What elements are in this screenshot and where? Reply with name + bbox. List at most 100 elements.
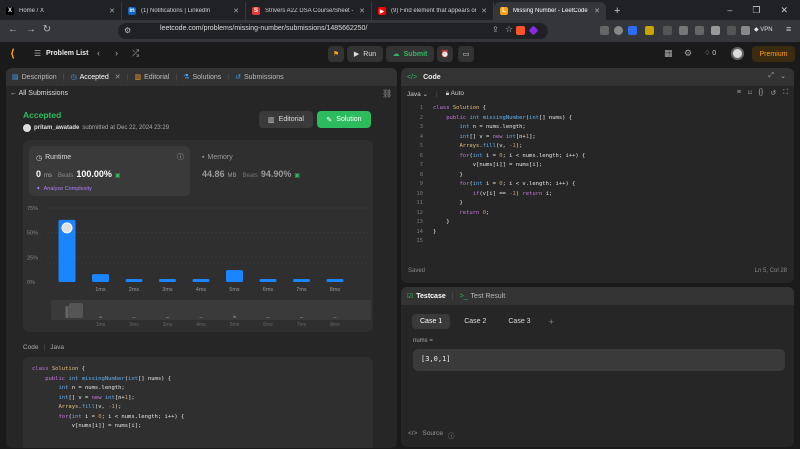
browser-tab[interactable]: S Strivers A2Z DSA Course/Sheet - Co ✕ xyxy=(246,2,372,20)
extension-icon[interactable] xyxy=(600,26,609,35)
browser-tab-title: Home / X xyxy=(19,8,45,14)
code-language: Java xyxy=(50,344,64,351)
submit-button[interactable]: ☁ Submit xyxy=(386,46,434,62)
reset-icon[interactable]: ↺ xyxy=(770,89,776,97)
testcase-input[interactable]: [3,0,1] xyxy=(413,349,785,371)
tab-test-result[interactable]: >_ Test Result xyxy=(460,293,506,300)
url-text[interactable]: leetcode.com/problems/missing-number/sub… xyxy=(160,25,367,32)
case-tab-3[interactable]: Case 3 xyxy=(500,314,538,329)
prev-problem-icon[interactable]: ‹ xyxy=(97,48,100,58)
tab-editorial[interactable]: ▥ Editorial xyxy=(134,73,169,82)
close-tab-icon[interactable]: ✕ xyxy=(481,7,487,15)
overview-tick-label: 2ms xyxy=(129,322,139,328)
streak-counter[interactable]: ♢ 0 xyxy=(704,49,716,57)
share-icon[interactable]: ⇪ xyxy=(492,25,499,34)
runtime-value: 0 ms Beats 100.00% ▣ xyxy=(36,169,121,179)
bar xyxy=(125,279,143,282)
case-tabs: Case 1 Case 2 Case 3 + xyxy=(412,314,558,329)
tab-description[interactable]: ▤ Description xyxy=(12,73,57,82)
editorial-button[interactable]: ▥ Editorial xyxy=(259,111,313,128)
close-tab-icon[interactable]: ✕ xyxy=(233,7,239,15)
extension-icon[interactable] xyxy=(679,26,688,35)
tab-submissions[interactable]: ↺ Submissions xyxy=(235,73,284,82)
minimize-icon[interactable]: – xyxy=(727,5,732,15)
code-line: public int missingNumber(int[] nums) { xyxy=(446,114,573,121)
bar xyxy=(326,279,344,282)
next-problem-icon[interactable]: › xyxy=(115,48,118,58)
solution-button[interactable]: ✎ Solution xyxy=(317,111,371,128)
back-icon[interactable]: ← xyxy=(4,24,22,35)
extension-icon[interactable] xyxy=(663,26,672,35)
tab-accepted[interactable]: ◷ Accepted ✕ xyxy=(70,73,121,82)
reload-icon[interactable]: ↻ xyxy=(38,24,56,35)
fullscreen-icon[interactable]: ⛶ xyxy=(783,89,788,97)
premium-button[interactable]: Premium xyxy=(752,46,795,62)
username[interactable]: pritam_awatade xyxy=(34,125,79,131)
help-icon[interactable]: ⓘ xyxy=(448,430,455,440)
problem-list-link[interactable]: Problem List xyxy=(46,50,88,57)
shuffle-icon[interactable]: ⤮ xyxy=(132,48,139,59)
format-icon[interactable]: ≡ xyxy=(737,89,741,97)
browser-tab[interactable]: in (1) Notifications | LinkedIn ✕ xyxy=(122,2,246,20)
timer-button[interactable]: ⏰ xyxy=(437,46,453,62)
code-header: Code | Java xyxy=(23,344,64,351)
code-icon: </> xyxy=(408,430,418,437)
extension-icon[interactable] xyxy=(727,26,736,35)
memory-card[interactable]: ▪ Memory 44.86 MB Beats 94.90% ▣ xyxy=(195,146,365,196)
bookmark-icon[interactable]: ⌑ xyxy=(748,89,752,97)
menu-icon[interactable]: ≡ xyxy=(786,24,791,34)
extension-icon[interactable] xyxy=(695,26,704,35)
runtime-card[interactable]: ◷ Runtime ⓘ 0 ms Beats 100.00% ▣ ✦ Analyze … xyxy=(29,146,190,196)
overview-tick-label: 8ms xyxy=(330,322,340,328)
collapse-icon[interactable]: ⌄ xyxy=(780,72,786,80)
extension-icon[interactable] xyxy=(614,26,623,35)
extension-icon[interactable] xyxy=(645,26,654,35)
settings-icon[interactable]: ⚙ xyxy=(684,48,692,59)
all-submissions-link[interactable]: ← All Submissions xyxy=(10,90,68,97)
close-tab-icon[interactable]: ✕ xyxy=(115,73,121,81)
maximize-icon[interactable]: ❐ xyxy=(752,5,760,16)
brave-shield-icon[interactable] xyxy=(516,26,525,35)
bookmark-icon[interactable]: ☆ xyxy=(505,24,513,35)
new-tab-button[interactable]: + xyxy=(614,5,620,17)
youtube-icon: ▶ xyxy=(378,7,386,15)
language-select[interactable]: Java ⌄ xyxy=(407,90,428,98)
debug-button[interactable]: ⚑ xyxy=(328,46,344,62)
tab-solutions[interactable]: ⚗ Solutions xyxy=(183,73,221,82)
bar xyxy=(159,279,176,282)
avatar[interactable] xyxy=(731,47,744,60)
arrow-left-icon: ← xyxy=(10,90,17,97)
leetcode-logo-icon[interactable]: ⟨ xyxy=(10,47,15,60)
link-icon[interactable]: ⛓ xyxy=(382,89,392,98)
run-button[interactable]: ▶ Run xyxy=(347,46,383,62)
wallet-icon[interactable] xyxy=(741,26,750,35)
editor-body[interactable]: 1 2 3 4 5 6 7 8 9 10 11 12 13 14 15 class Solution { p… xyxy=(401,104,794,264)
case-tab-1[interactable]: Case 1 xyxy=(412,314,451,329)
braces-icon[interactable]: {} xyxy=(759,89,764,97)
overview-tick-label: 3ms xyxy=(163,322,173,328)
close-tab-icon[interactable]: ✕ xyxy=(359,7,365,15)
tab-testcase[interactable]: ☑ Testcase xyxy=(407,292,446,301)
add-case-icon[interactable]: + xyxy=(545,314,558,329)
extension-icon[interactable] xyxy=(628,26,637,35)
site-info-icon[interactable]: ⚙ xyxy=(124,26,131,35)
source-link[interactable]: </> Source ⓘ xyxy=(408,430,455,440)
layout-icon[interactable]: ▦ xyxy=(664,48,673,59)
striver-icon: S xyxy=(252,7,260,15)
vpn-button[interactable]: ◆ VPN xyxy=(754,26,773,33)
analyze-complexity-link[interactable]: ✦ Analyze Complexity xyxy=(36,186,92,192)
notes-button[interactable]: ▭ xyxy=(458,46,474,62)
auto-mode-toggle[interactable]: 🔒︎ Auto xyxy=(446,90,464,98)
editor-code[interactable]: class Solution { public int missingNumbe… xyxy=(433,104,585,247)
extension-icon[interactable] xyxy=(711,26,720,35)
close-tab-icon[interactable]: ✕ xyxy=(594,7,600,15)
info-icon[interactable]: ⓘ xyxy=(177,152,184,162)
case-tab-2[interactable]: Case 2 xyxy=(456,314,494,329)
maximize-icon[interactable]: ⤢ xyxy=(768,72,774,80)
browser-tab[interactable]: L Missing Number - LeetCode ✕ xyxy=(494,2,606,20)
code-line: if(v[i] == -1) return i; xyxy=(472,190,553,197)
close-window-icon[interactable]: ✕ xyxy=(780,5,788,16)
browser-tab[interactable]: X Home / X ✕ xyxy=(0,2,122,20)
close-tab-icon[interactable]: ✕ xyxy=(109,7,115,15)
browser-tab[interactable]: ▶ (9) Find element that appears once ✕ xyxy=(372,2,494,20)
